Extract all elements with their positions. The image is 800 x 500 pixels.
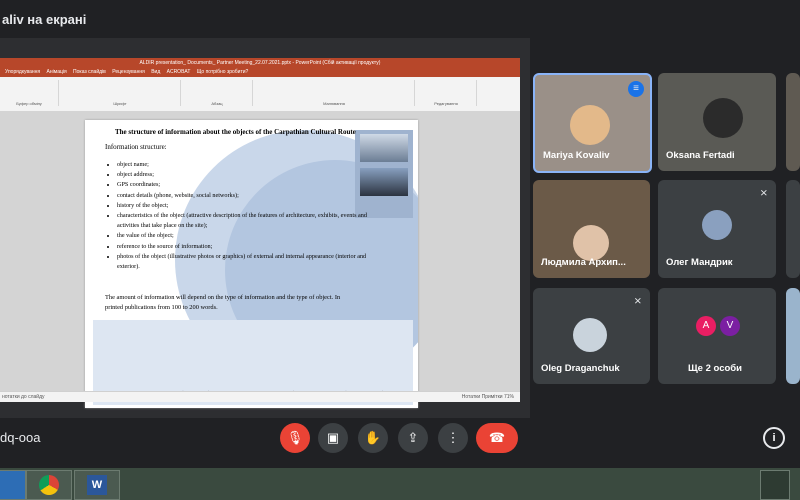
meeting-code: dq-ooa: [0, 430, 41, 445]
more-icon: ⋮: [446, 430, 460, 445]
ribbon-group-label: Редагування: [434, 101, 458, 106]
present-button[interactable]: ⇪: [398, 423, 428, 453]
list-item: object address;: [117, 170, 367, 180]
presenter-label: aliv на екрані: [2, 12, 87, 27]
slide-bullet-list: object name; object address; GPS coordin…: [105, 160, 367, 272]
list-item: photos of the object (illustrative photo…: [117, 252, 367, 272]
camera-toggle-button[interactable]: ▣: [318, 423, 348, 453]
participant-tile[interactable]: [786, 288, 800, 384]
participant-tile-others[interactable]: A V Ще 2 особи: [658, 288, 776, 384]
participant-name: Ще 2 особи: [688, 363, 742, 374]
participant-video: [573, 225, 609, 261]
ribbon-group-drawing[interactable]: Малювання: [254, 80, 415, 106]
participant-tile[interactable]: Oksana Fertadi: [658, 73, 776, 171]
slide-photo: [360, 134, 408, 162]
mic-off-icon: ⨯: [759, 188, 768, 199]
participant-name: Oleg Draganchuk: [541, 363, 620, 374]
ribbon-group-label: Шрифт: [113, 101, 127, 106]
ppt-ribbon: Буфер обміну Шрифт Абзац Малювання Редаг…: [0, 77, 520, 112]
participant-name: Олег Мандрик: [666, 257, 733, 268]
list-item: characteristics of the object (attractiv…: [117, 211, 367, 231]
ppt-status-bar: нотатки до слайду Нотатки Примітки 71%: [0, 391, 520, 402]
hand-icon: ✋: [364, 430, 382, 445]
ribbon-group-label: Малювання: [323, 101, 345, 106]
ribbon-group-paragraph[interactable]: Абзац: [182, 80, 253, 106]
ppt-ribbon-tabs: Упорядкування Анімація Показ слайдів Рец…: [0, 68, 520, 77]
ribbon-group-clipboard[interactable]: Буфер обміну: [0, 80, 59, 106]
taskbar-ie-icon[interactable]: [0, 470, 26, 500]
ppt-tab[interactable]: Вид: [151, 69, 160, 75]
mic-toggle-button[interactable]: 🎙: [280, 423, 310, 453]
participant-tile[interactable]: ⨯ Oleg Draganchuk: [533, 288, 650, 384]
ribbon-group-editing[interactable]: Редагування: [416, 80, 477, 106]
mic-off-icon: ⨯: [633, 296, 642, 307]
avatar: V: [720, 316, 740, 336]
powerpoint-window: ALDIR presentation_ Documents_ Partner M…: [0, 58, 520, 408]
participant-name: Oksana Fertadi: [666, 150, 735, 161]
participant-video: [570, 105, 610, 145]
ribbon-group-label: Буфер обміну: [16, 101, 42, 106]
ppt-tab[interactable]: Упорядкування: [5, 69, 40, 75]
meeting-info-button[interactable]: i: [763, 427, 785, 449]
ppt-tab[interactable]: Анімація: [47, 69, 67, 75]
list-item: history of the object;: [117, 201, 367, 211]
slide[interactable]: The structure of information about the o…: [85, 120, 418, 408]
participant-tile[interactable]: ≡ Mariya Kovaliv: [533, 73, 652, 173]
participant-name: Людмила Архип...: [541, 257, 626, 268]
more-options-button[interactable]: ⋮: [438, 423, 468, 453]
slide-canvas: The structure of information about the o…: [0, 111, 520, 408]
slide-title: The structure of information about the o…: [115, 128, 356, 136]
info-icon: i: [772, 432, 776, 444]
list-item: contact details (phone, website, social …: [117, 191, 367, 201]
ppt-title-bar: ALDIR presentation_ Documents_ Partner M…: [0, 58, 520, 68]
chrome-icon: [39, 475, 59, 495]
phone-hangup-icon: ☎: [488, 430, 506, 445]
taskbar-chrome-icon[interactable]: [26, 470, 72, 500]
participant-video: [703, 98, 743, 138]
word-icon: W: [87, 475, 107, 495]
participant-tile[interactable]: Людмила Архип...: [533, 180, 650, 278]
avatar: [573, 318, 607, 352]
list-item: object name;: [117, 160, 367, 170]
participant-tile[interactable]: ⨯ Олег Мандрик: [658, 180, 776, 278]
windows-taskbar: W: [0, 468, 800, 500]
camera-icon: ▣: [326, 430, 340, 445]
slide-paragraph: The amount of information will depend on…: [105, 294, 341, 311]
ppt-tab[interactable]: Показ слайдів: [73, 69, 106, 75]
participant-name: Mariya Kovaliv: [543, 150, 610, 161]
mic-off-icon: 🎙: [286, 430, 304, 445]
ppt-tab[interactable]: Рецензування: [112, 69, 145, 75]
present-icon: ⇪: [407, 430, 419, 445]
slide-photo: [360, 168, 408, 196]
list-item: GPS coordinates;: [117, 180, 367, 190]
notes-label[interactable]: нотатки до слайду: [2, 394, 45, 400]
taskbar-word-icon[interactable]: W: [74, 470, 120, 500]
list-item: reference to the source of information;: [117, 242, 367, 252]
leave-call-button[interactable]: ☎: [476, 423, 518, 453]
ribbon-group-font[interactable]: Шрифт: [60, 80, 181, 106]
raise-hand-button[interactable]: ✋: [358, 423, 388, 453]
list-item: the value of the object;: [117, 231, 367, 241]
avatar: [702, 210, 732, 240]
status-right[interactable]: Нотатки Примітки 71%: [462, 394, 514, 400]
ribbon-group-label: Абзац: [211, 101, 223, 106]
ppt-tab[interactable]: Що потрібно зробити?: [197, 69, 249, 75]
top-bar: aliv на екрані: [0, 0, 800, 40]
participant-tile[interactable]: [786, 73, 800, 171]
taskbar-tray-icon[interactable]: [760, 470, 790, 500]
participant-tile[interactable]: [786, 180, 800, 278]
avatar: A: [696, 316, 716, 336]
ppt-tab[interactable]: ACROBAT: [167, 69, 191, 75]
slide-structure-label: Information structure:: [105, 143, 167, 151]
speaking-icon: ≡: [628, 81, 644, 97]
